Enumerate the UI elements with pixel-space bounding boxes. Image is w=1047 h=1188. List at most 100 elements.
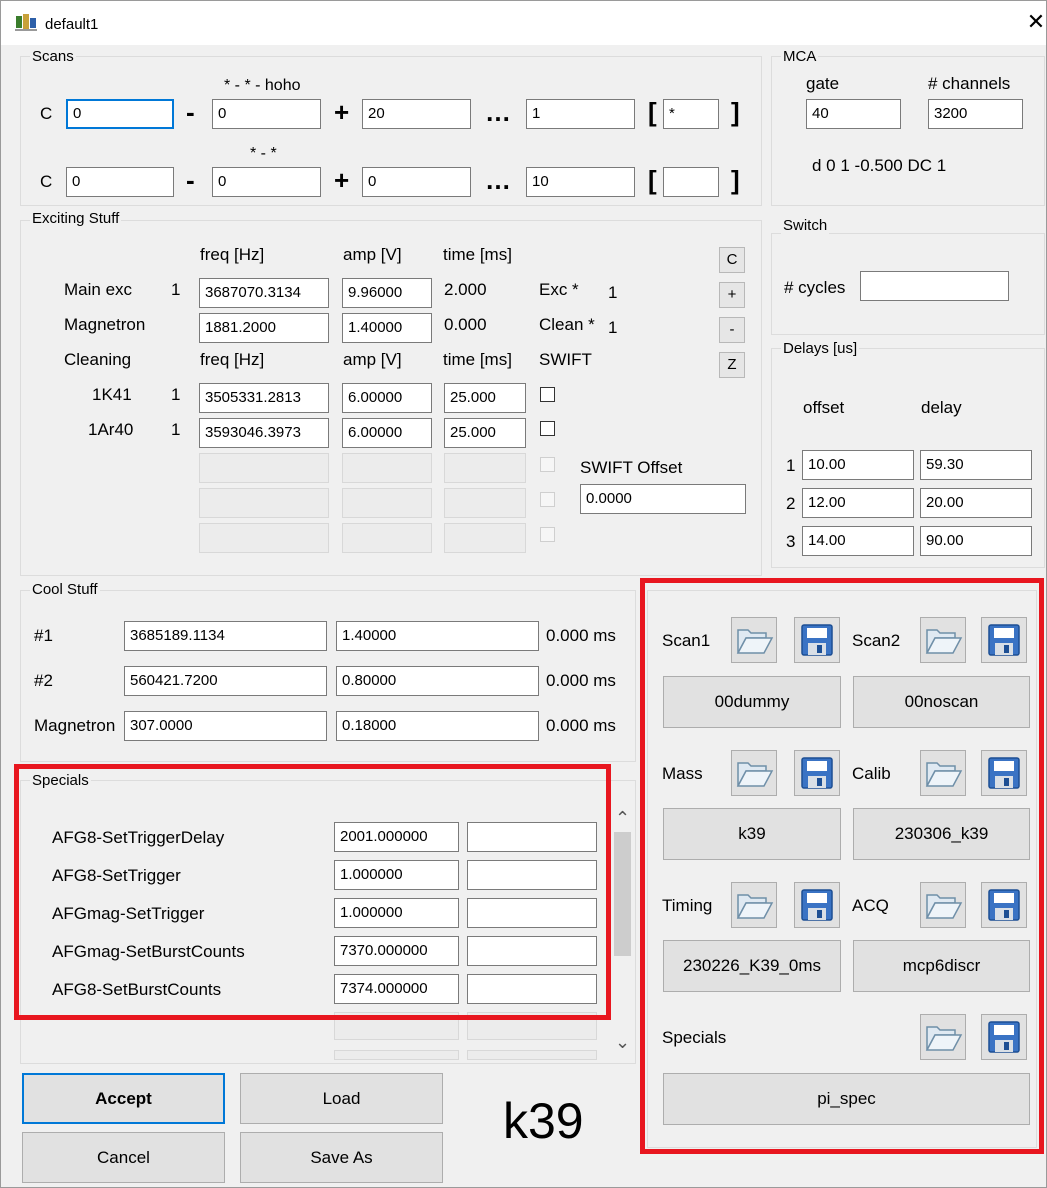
- cleaning-header-amp: amp [V]: [343, 350, 402, 369]
- scan2-file-button[interactable]: 00noscan: [853, 676, 1030, 728]
- specials-row-value-input[interactable]: 7370.000000: [334, 936, 459, 966]
- specials-row-value-input[interactable]: 1.000000: [334, 898, 459, 928]
- calib-save-button[interactable]: [981, 750, 1027, 796]
- delay-row-delay-input[interactable]: 20.00: [920, 488, 1032, 518]
- scan1-bracket-input[interactable]: *: [663, 99, 719, 129]
- cleaning-row-freq-input[interactable]: 3593046.3973: [199, 418, 329, 448]
- file-panel: [647, 590, 1037, 1148]
- specials-save-button[interactable]: [981, 1014, 1027, 1060]
- specials-row-value-input[interactable]: 7374.000000: [334, 974, 459, 1004]
- cool-row-freq-input[interactable]: 560421.7200: [124, 666, 327, 696]
- cleaning-row-amp-input[interactable]: 6.00000: [342, 383, 432, 413]
- accept-button[interactable]: Accept: [22, 1073, 225, 1124]
- folder-open-icon: [925, 762, 963, 787]
- delay-row-delay-input[interactable]: 59.30: [920, 450, 1032, 480]
- scan1-file-button[interactable]: 00dummy: [663, 676, 841, 728]
- exciting-clear-button[interactable]: C: [719, 247, 745, 273]
- specials-row-extra-input[interactable]: [467, 898, 597, 928]
- delay-row-offset-input[interactable]: 10.00: [802, 450, 914, 480]
- specials-row-extra-input[interactable]: [467, 936, 597, 966]
- scan1-start-input[interactable]: 0: [66, 99, 174, 129]
- scan2-offset-input[interactable]: 0: [212, 167, 321, 197]
- scan2-bracket-close: ]: [731, 165, 740, 195]
- acq-save-button[interactable]: [981, 882, 1027, 928]
- scroll-up-arrow[interactable]: ⌃: [615, 808, 630, 829]
- specials-row-extra-input[interactable]: [467, 974, 597, 1004]
- main-exc-freq-input[interactable]: 3687070.3134: [199, 278, 329, 308]
- cool-row-freq-input[interactable]: 3685189.1134: [124, 621, 327, 651]
- delay-row-offset-input[interactable]: 14.00: [802, 526, 914, 556]
- specials-row-extra-input[interactable]: [467, 860, 597, 890]
- cancel-button[interactable]: Cancel: [22, 1132, 225, 1183]
- cleaning-empty-checkbox: [540, 457, 555, 472]
- scan2-count-input[interactable]: 10: [526, 167, 635, 197]
- scan2-step-input[interactable]: 0: [362, 167, 471, 197]
- main-exc-num: 1: [171, 280, 181, 299]
- switch-cycles-input[interactable]: [860, 271, 1009, 301]
- scan1-save-button[interactable]: [794, 617, 840, 663]
- cleaning-row-time-input[interactable]: 25.000: [444, 418, 526, 448]
- scan2-save-button[interactable]: [981, 617, 1027, 663]
- scan1-ellipsis: …: [485, 97, 511, 127]
- acq-file-button[interactable]: mcp6discr: [853, 940, 1030, 992]
- mass-file-button[interactable]: k39: [663, 808, 841, 860]
- cleaning-empty-checkbox: [540, 527, 555, 542]
- cool-row-amp-input[interactable]: 1.40000: [336, 621, 539, 651]
- scan1-bracket-close: ]: [731, 97, 740, 127]
- specials-file-button[interactable]: pi_spec: [663, 1073, 1030, 1125]
- cleaning-row-swift-checkbox[interactable]: [540, 421, 555, 436]
- timing-save-button[interactable]: [794, 882, 840, 928]
- scan1-offset-input[interactable]: 0: [212, 99, 321, 129]
- acq-open-button[interactable]: [920, 882, 966, 928]
- main-exc-amp-input[interactable]: 9.96000: [342, 278, 432, 308]
- delay-row-offset-input[interactable]: 12.00: [802, 488, 914, 518]
- scroll-down-arrow[interactable]: ⌄: [615, 1032, 630, 1053]
- calib-file-button[interactable]: 230306_k39: [853, 808, 1030, 860]
- scan1-prefix: C: [40, 104, 53, 123]
- specials-row-value-input[interactable]: 1.000000: [334, 860, 459, 890]
- cleaning-row-time-input[interactable]: 25.000: [444, 383, 526, 413]
- magnetron-time: 0.000: [444, 315, 487, 334]
- exciting-remove-button[interactable]: -: [719, 317, 745, 343]
- cool-row-label: Magnetron: [34, 716, 116, 735]
- scan2-open-button[interactable]: [920, 617, 966, 663]
- exciting-add-button[interactable]: +: [719, 282, 745, 308]
- scan2-bracket-input[interactable]: [663, 167, 719, 197]
- scan1-open-button[interactable]: [731, 617, 777, 663]
- magnetron-side-num: 1: [608, 318, 618, 337]
- cool-row-freq-input[interactable]: 307.0000: [124, 711, 327, 741]
- specials-row-value-input[interactable]: 2001.000000: [334, 822, 459, 852]
- timing-open-button[interactable]: [731, 882, 777, 928]
- timing-file-button[interactable]: 230226_K39_0ms: [663, 940, 841, 992]
- exciting-z-button[interactable]: Z: [719, 352, 745, 378]
- swift-offset-input[interactable]: 0.0000: [580, 484, 746, 514]
- cleaning-row-amp-input[interactable]: 6.00000: [342, 418, 432, 448]
- mca-channels-input[interactable]: 3200: [928, 99, 1023, 129]
- specials-row-extra-input[interactable]: [467, 822, 597, 852]
- scrollbar-thumb[interactable]: [614, 832, 631, 956]
- cleaning-empty-time-input: [444, 453, 526, 483]
- mass-save-button[interactable]: [794, 750, 840, 796]
- mca-group-label: MCA: [781, 48, 819, 65]
- cleaning-row-freq-input[interactable]: 3505331.2813: [199, 383, 329, 413]
- scan1-count-input[interactable]: 1: [526, 99, 635, 129]
- floppy-save-icon: [801, 889, 833, 921]
- scan1-step-input[interactable]: 20: [362, 99, 471, 129]
- delay-row-delay-input[interactable]: 90.00: [920, 526, 1032, 556]
- delay-row-num: 3: [786, 532, 796, 551]
- cleaning-row-swift-checkbox[interactable]: [540, 387, 555, 402]
- mass-open-button[interactable]: [731, 750, 777, 796]
- mca-gate-input[interactable]: 40: [806, 99, 901, 129]
- save-as-button[interactable]: Save As: [240, 1132, 443, 1183]
- main-exc-time: 2.000: [444, 280, 487, 299]
- load-button[interactable]: Load: [240, 1073, 443, 1124]
- scan2-start-input[interactable]: 0: [66, 167, 174, 197]
- magnetron-freq-input[interactable]: 1881.2000: [199, 313, 329, 343]
- calib-open-button[interactable]: [920, 750, 966, 796]
- cool-row-amp-input[interactable]: 0.18000: [336, 711, 539, 741]
- specials-open-button[interactable]: [920, 1014, 966, 1060]
- cool-row-amp-input[interactable]: 0.80000: [336, 666, 539, 696]
- magnetron-amp-input[interactable]: 1.40000: [342, 313, 432, 343]
- close-icon[interactable]: ✕: [1023, 7, 1047, 37]
- specials-hidden-extra-input: [467, 1050, 597, 1060]
